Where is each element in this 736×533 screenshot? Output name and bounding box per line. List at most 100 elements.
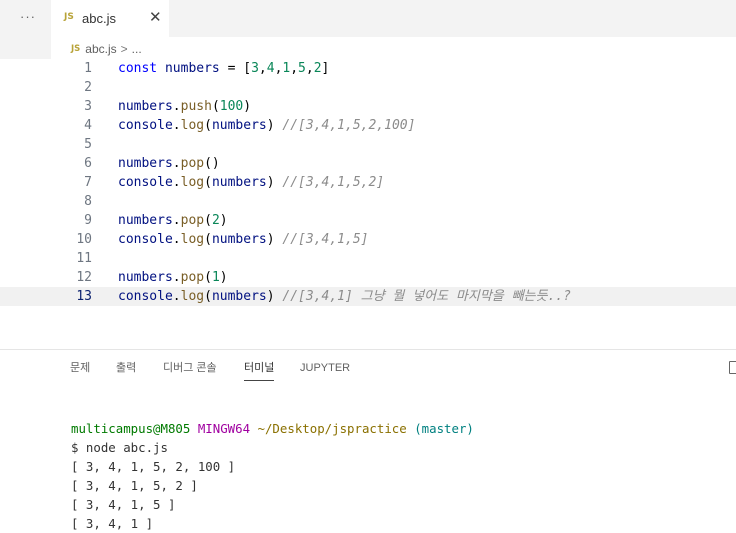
code-token: . xyxy=(172,213,181,228)
javascript-file-icon: JS xyxy=(71,44,81,54)
prompt-path: ~/Desktop/jspractice xyxy=(257,421,407,436)
editor-tab-bar: ··· JS abc.js ✕ xyxy=(0,0,736,37)
code-token: 100 xyxy=(219,99,244,114)
tab-debug-console[interactable]: 디버그 콘솔 xyxy=(163,360,217,380)
code-text: const numbers = [3,4,1,5,2] xyxy=(118,59,329,78)
code-token: ) xyxy=(219,270,228,285)
code-token: ( xyxy=(204,118,212,133)
breadcrumb-more[interactable]: ... xyxy=(132,42,142,56)
code-token: numbers xyxy=(211,175,267,190)
code-token: ) xyxy=(243,99,252,114)
code-line[interactable]: 13 console.log(numbers) //[3,4,1] 그냥 뭘 넣어… xyxy=(0,287,736,306)
code-token: log xyxy=(180,232,205,247)
code-token: . xyxy=(172,99,181,114)
code-token: ) xyxy=(266,118,283,133)
code-token: numbers xyxy=(118,270,173,285)
code-text: console.log(numbers) //[3,4,1,5] xyxy=(118,230,368,249)
code-line[interactable]: 3 numbers.push(100) xyxy=(0,97,736,116)
tab-problems[interactable]: 문제 xyxy=(70,360,90,380)
code-token: . xyxy=(172,232,181,247)
line-number: 4 xyxy=(84,118,92,133)
breadcrumb-file[interactable]: abc.js xyxy=(85,42,116,56)
code-line[interactable]: 7 console.log(numbers) //[3,4,1,5,2] xyxy=(0,173,736,192)
code-token: ) xyxy=(219,213,228,228)
line-number: 3 xyxy=(84,99,92,114)
code-token: log xyxy=(180,175,205,190)
code-token: pop xyxy=(180,270,205,285)
code-text: numbers.pop(2) xyxy=(118,211,228,230)
code-token: console xyxy=(118,232,173,247)
code-token: const xyxy=(118,61,158,76)
terminal-output-line: [ 3, 4, 1, 5, 2 ] xyxy=(71,478,198,493)
code-token: numbers xyxy=(211,118,267,133)
code-text: numbers.push(100) xyxy=(118,97,251,116)
javascript-file-icon: JS xyxy=(64,12,74,22)
code-token: push xyxy=(180,99,212,114)
code-token: . xyxy=(172,118,181,133)
tab-output[interactable]: 출력 xyxy=(116,360,136,380)
line-number: 8 xyxy=(84,194,92,209)
code-token: ( xyxy=(204,213,212,228)
code-token: = [ xyxy=(219,61,252,76)
terminal-output-line: [ 3, 4, 1 ] xyxy=(71,516,154,531)
code-token: ( xyxy=(211,99,220,114)
tab-jupyter[interactable]: JUPYTER xyxy=(300,360,350,380)
code-token: 4 xyxy=(266,61,275,76)
code-token: 3 xyxy=(251,61,259,76)
code-token: log xyxy=(180,289,205,304)
code-line[interactable]: 11 xyxy=(0,249,736,268)
code-line[interactable]: 8 xyxy=(0,192,736,211)
code-editor[interactable]: 1 const numbers = [3,4,1,5,2] 2 3 numbers.pu… xyxy=(0,59,736,349)
terminal-output-line: [ 3, 4, 1, 5, 2, 100 ] xyxy=(71,459,236,474)
more-actions-icon[interactable]: ··· xyxy=(19,9,37,27)
line-number: 2 xyxy=(84,80,92,95)
code-token: 2 xyxy=(211,213,220,228)
code-line[interactable]: 1 const numbers = [3,4,1,5,2] xyxy=(0,59,736,78)
code-token: //[3,4,1,5,2] xyxy=(282,175,385,190)
terminal-prompt: multicampus@M805 MINGW64 ~/Desktop/jspra… xyxy=(71,419,474,438)
code-token: log xyxy=(180,118,205,133)
code-token: numbers xyxy=(118,99,173,114)
code-line[interactable]: 6 numbers.pop() xyxy=(0,154,736,173)
code-token: ) xyxy=(266,289,283,304)
maximize-panel-icon[interactable] xyxy=(729,361,736,374)
code-token: //[3,4,1,5,2,100] xyxy=(282,118,416,133)
code-line[interactable]: 2 xyxy=(0,78,736,97)
code-line[interactable]: 5 xyxy=(0,135,736,154)
code-token: console xyxy=(118,289,173,304)
code-token: ) xyxy=(266,175,283,190)
code-token: numbers xyxy=(164,61,220,76)
prompt-env: MINGW64 xyxy=(197,421,251,436)
terminal-output-line: [ 3, 4, 1, 5 ] xyxy=(71,497,176,512)
code-token: ] xyxy=(321,61,330,76)
terminal-command: $ node abc.js xyxy=(71,440,168,455)
code-line[interactable]: 12 numbers.pop(1) xyxy=(0,268,736,287)
line-number: 5 xyxy=(84,137,92,152)
code-token: ( xyxy=(204,232,212,247)
tab-terminal[interactable]: 터미널 xyxy=(244,360,275,381)
prompt-user: multicampus@M805 xyxy=(71,421,191,436)
line-number: 1 xyxy=(84,61,92,76)
tab-abc-js[interactable]: JS abc.js ✕ xyxy=(51,0,169,37)
tab-label: abc.js xyxy=(82,11,116,26)
code-token: , xyxy=(305,61,314,76)
code-token: console xyxy=(118,118,173,133)
code-line[interactable]: 4 console.log(numbers) //[3,4,1,5,2,100] xyxy=(0,116,736,135)
breadcrumb: JS abc.js > ... xyxy=(71,40,142,58)
code-token: ( xyxy=(204,175,212,190)
code-token: , xyxy=(258,61,267,76)
code-token: numbers xyxy=(118,156,173,171)
tab-bar-filler xyxy=(0,37,51,59)
code-line[interactable]: 10 console.log(numbers) //[3,4,1,5] xyxy=(0,230,736,249)
code-token: //[3,4,1,5] xyxy=(282,232,369,247)
close-icon[interactable]: ✕ xyxy=(149,9,162,27)
code-text: numbers.pop() xyxy=(118,154,220,173)
code-token: . xyxy=(172,289,181,304)
code-line[interactable]: 9 numbers.pop(2) xyxy=(0,211,736,230)
code-token: . xyxy=(172,156,181,171)
code-token: () xyxy=(204,156,220,171)
code-token: numbers xyxy=(211,232,267,247)
code-text: console.log(numbers) //[3,4,1] 그냥 뭘 넣어도 … xyxy=(118,287,571,306)
code-token: . xyxy=(172,175,181,190)
